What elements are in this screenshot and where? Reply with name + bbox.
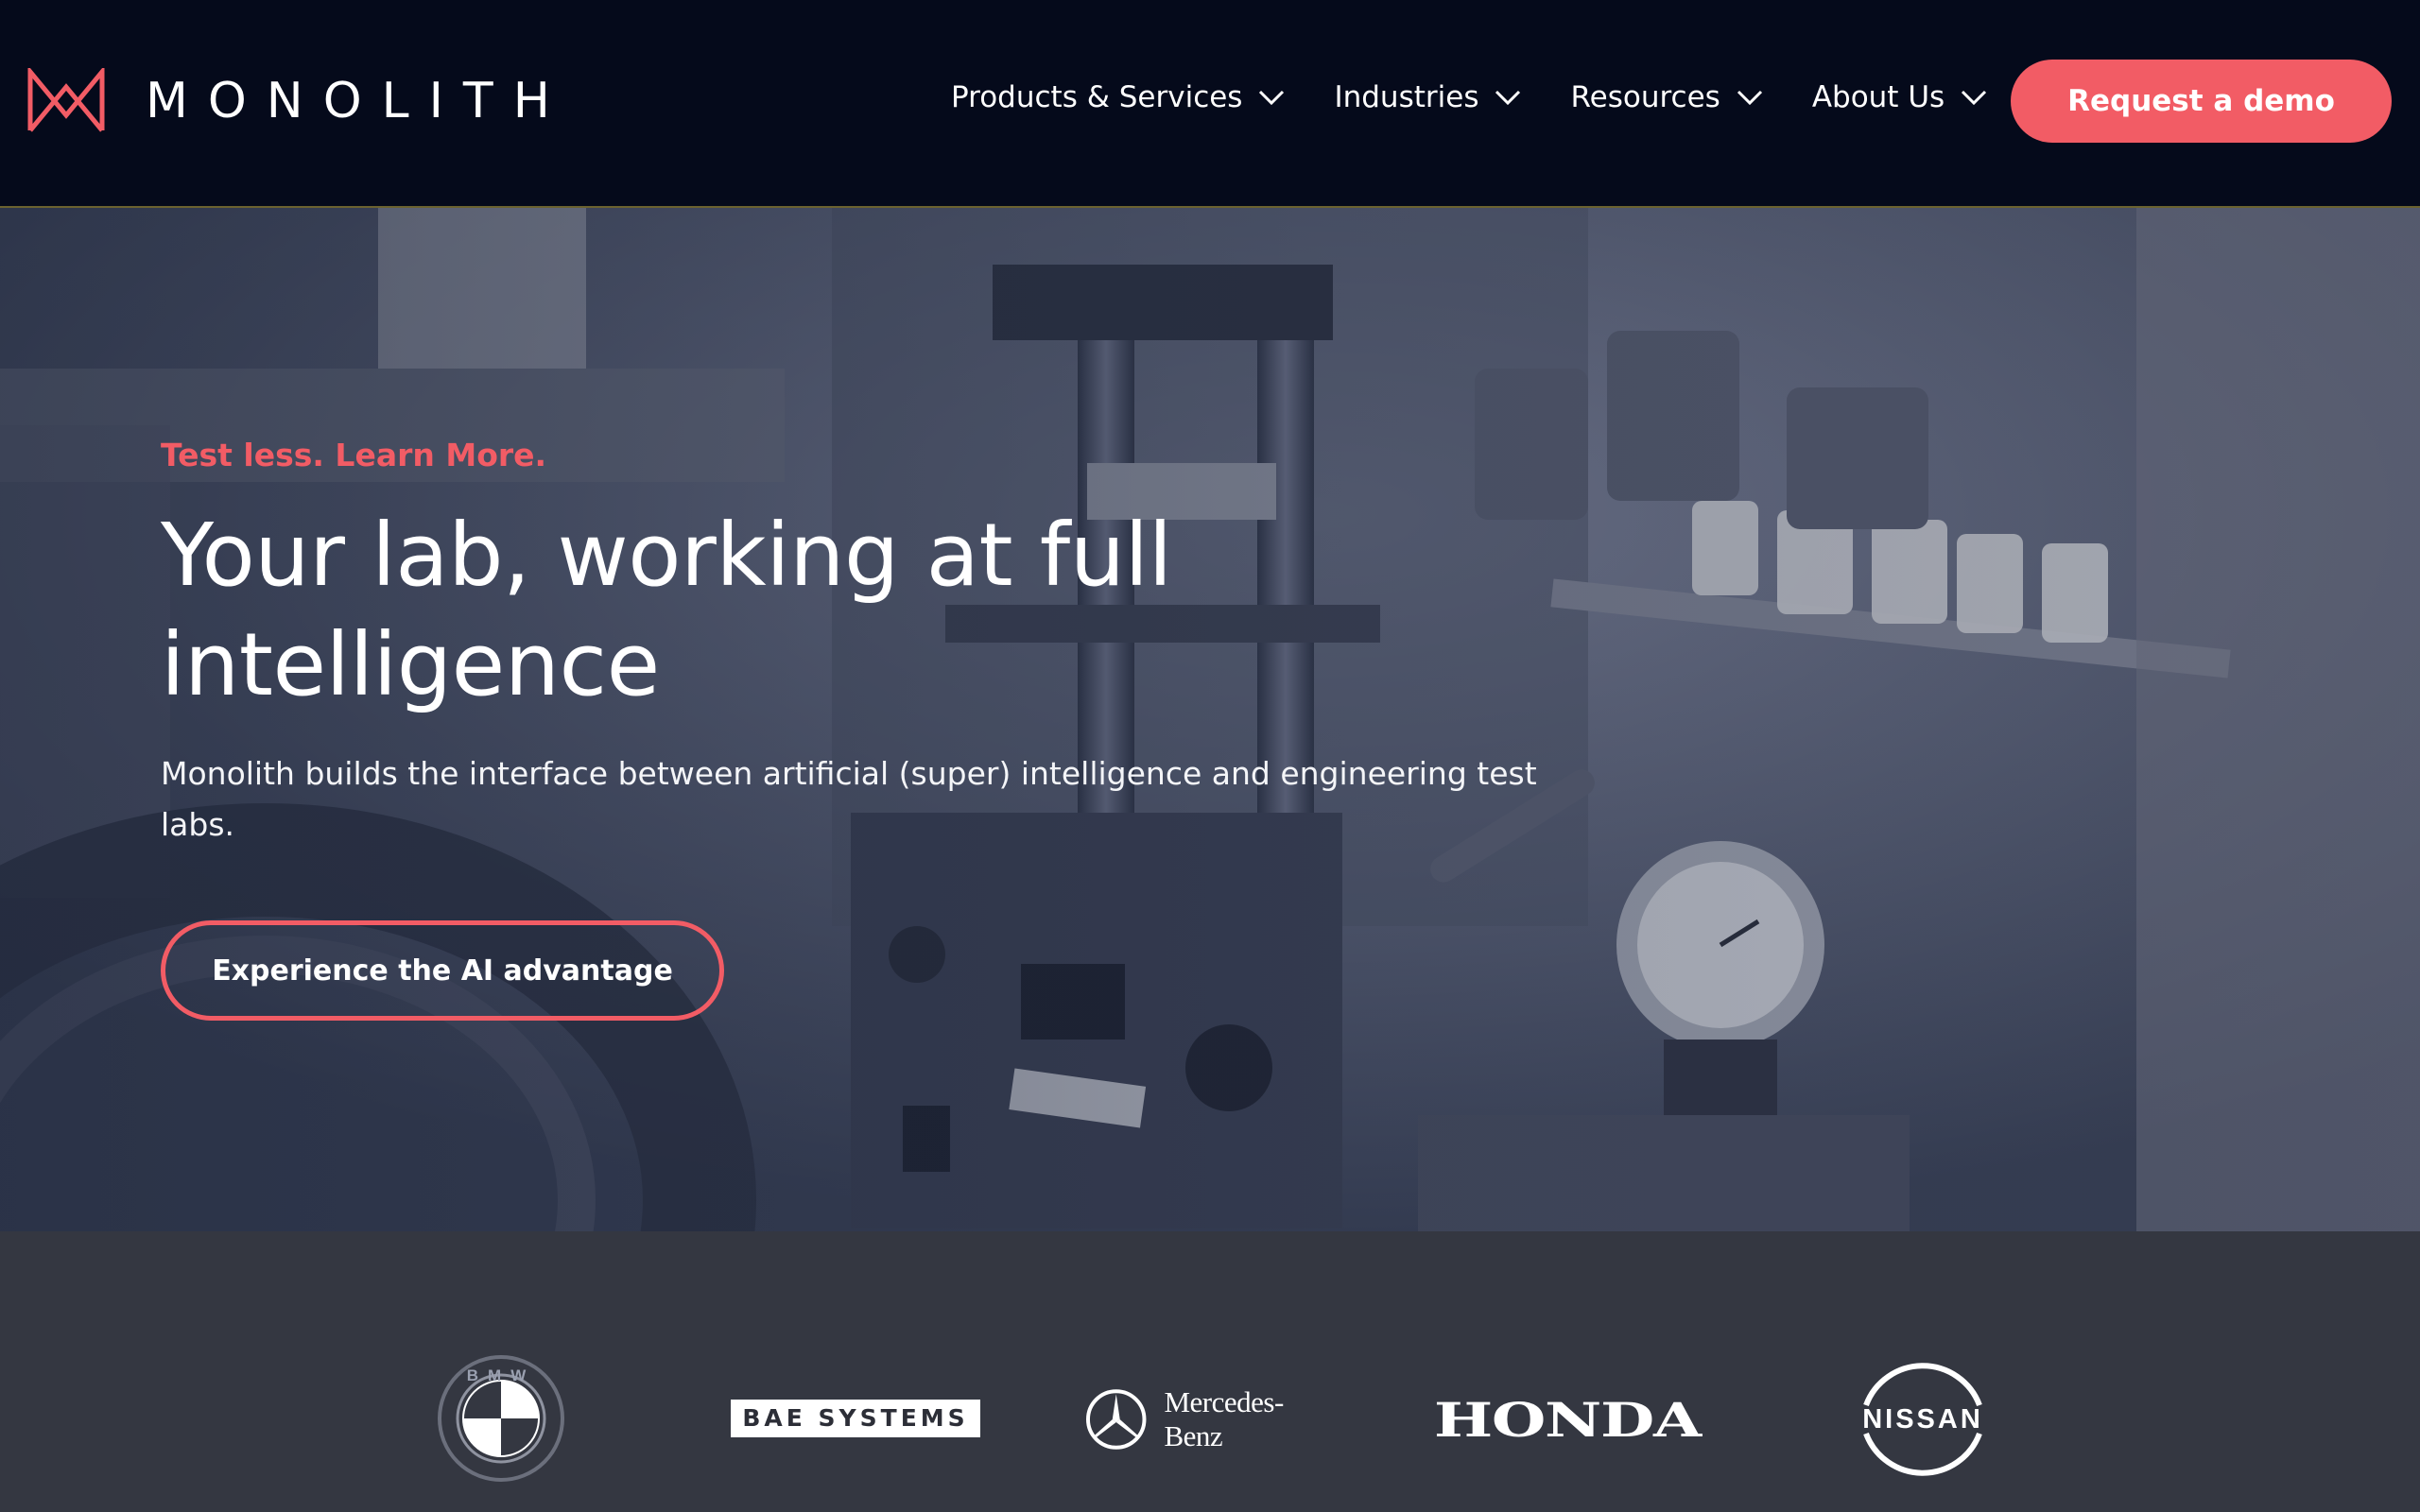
mercedes-benz-wordmark: Mercedes-Benz (1164, 1385, 1284, 1452)
nissan-wordmark: NISSAN (1862, 1403, 1983, 1435)
honda-logo: HONDA (1434, 1390, 1702, 1449)
nav-products-services[interactable]: Products & Services (951, 74, 1286, 121)
bae-systems-wordmark: BAE SYSTEMS (731, 1400, 980, 1437)
brand-name: MONOLITH (146, 73, 570, 129)
chevron-down-icon (1737, 90, 1762, 106)
hero-content: Test less. Learn More. Your lab, working… (161, 435, 1579, 1021)
nissan-logo: NISSAN (1845, 1356, 2000, 1483)
site-header: MONOLITH Products & Services Industries … (0, 0, 2420, 208)
mercedes-benz-logo: Mercedes-Benz (1085, 1385, 1340, 1452)
hero-eyebrow: Test less. Learn More. (161, 437, 547, 473)
nav-resources[interactable]: Resources (1570, 74, 1763, 121)
request-demo-button[interactable]: Request a demo (2011, 60, 2392, 143)
monolith-logo-icon (27, 68, 105, 132)
client-logos-strip: BMW BAE SYSTEMS Mercedes-Benz HONDA NISS… (0, 1231, 2420, 1512)
honda-wordmark: HONDA (1433, 1391, 1702, 1448)
hero-subtitle: Monolith builds the interface between ar… (161, 755, 1537, 843)
chevron-down-icon (1962, 90, 1987, 106)
nav-label: About Us (1811, 80, 1945, 114)
bae-systems-logo: BAE SYSTEMS (731, 1400, 980, 1437)
nav-label: Industries (1334, 80, 1479, 114)
experience-ai-advantage-button[interactable]: Experience the AI advantage (161, 920, 724, 1021)
nav-about-us[interactable]: About Us (1812, 74, 1988, 121)
brand-logo[interactable]: MONOLITH (26, 68, 570, 134)
main-nav: Products & Services Industries Resources… (951, 74, 2036, 121)
bmw-roundel-icon: BMW (438, 1355, 564, 1482)
nav-label: Products & Services (951, 80, 1243, 114)
chevron-down-icon (1495, 90, 1521, 106)
chevron-down-icon (1259, 90, 1285, 106)
mercedes-star-icon (1085, 1389, 1147, 1450)
hero-title: Your lab, working at full intelligence (161, 505, 1172, 715)
bmw-logo: BMW (437, 1354, 565, 1483)
nav-industries[interactable]: Industries (1334, 74, 1522, 121)
hero-section: Test less. Learn More. Your lab, working… (0, 208, 2420, 1231)
bmw-wordmark: BMW (467, 1366, 535, 1384)
nav-label: Resources (1570, 80, 1720, 114)
